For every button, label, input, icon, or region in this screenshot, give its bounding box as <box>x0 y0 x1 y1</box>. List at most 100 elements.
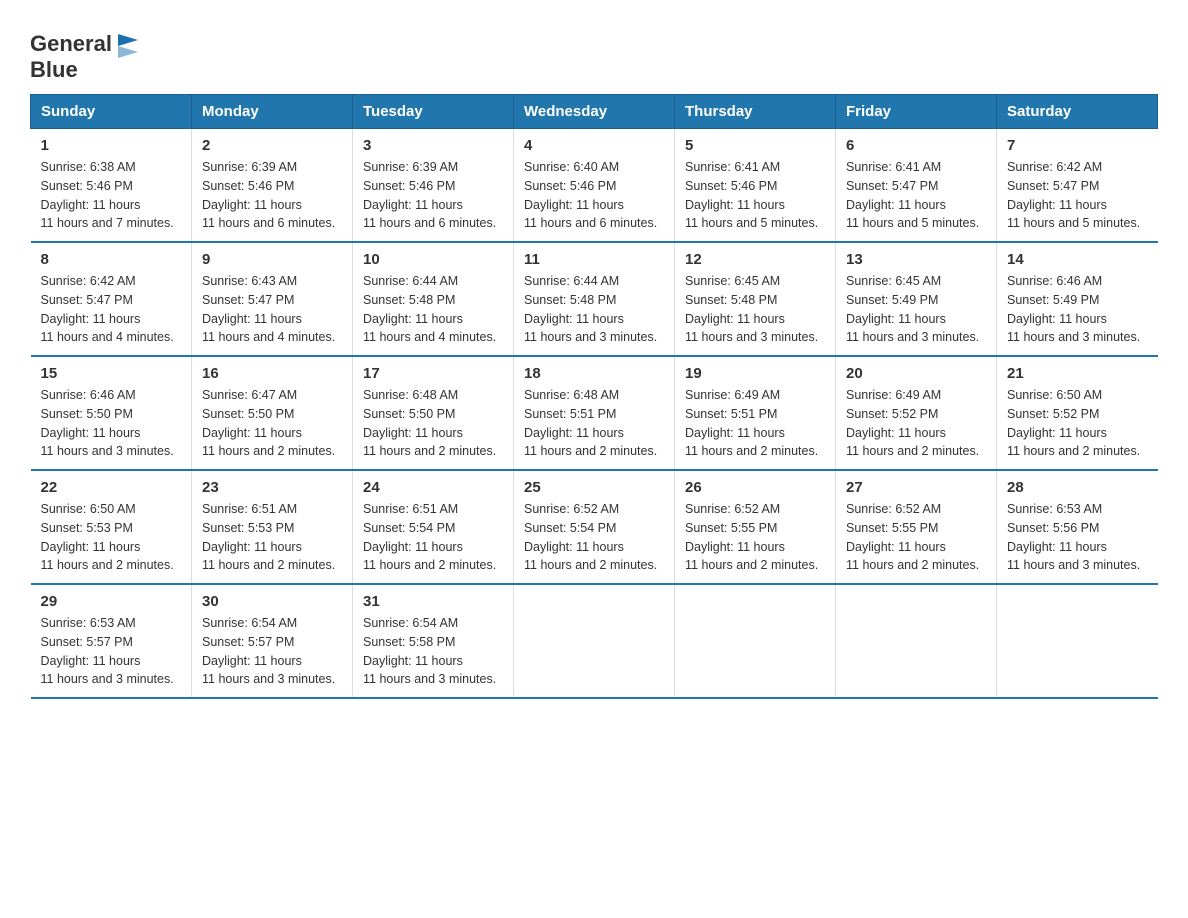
day-number: 30 <box>202 593 342 610</box>
calendar-cell: 26 Sunrise: 6:52 AMSunset: 5:55 PMDaylig… <box>675 470 836 584</box>
day-info: Sunrise: 6:51 AMSunset: 5:54 PMDaylight:… <box>363 502 496 572</box>
calendar-cell: 5 Sunrise: 6:41 AMSunset: 5:46 PMDayligh… <box>675 129 836 243</box>
day-number: 7 <box>1007 137 1148 154</box>
day-info: Sunrise: 6:45 AMSunset: 5:48 PMDaylight:… <box>685 274 818 344</box>
calendar-cell: 7 Sunrise: 6:42 AMSunset: 5:47 PMDayligh… <box>997 129 1158 243</box>
day-number: 27 <box>846 479 986 496</box>
day-info: Sunrise: 6:42 AMSunset: 5:47 PMDaylight:… <box>41 274 174 344</box>
day-number: 3 <box>363 137 503 154</box>
logo: General Blue <box>30 30 142 82</box>
header-cell-thursday: Thursday <box>675 95 836 129</box>
day-number: 20 <box>846 365 986 382</box>
week-row-4: 22 Sunrise: 6:50 AMSunset: 5:53 PMDaylig… <box>31 470 1158 584</box>
calendar-cell: 21 Sunrise: 6:50 AMSunset: 5:52 PMDaylig… <box>997 356 1158 470</box>
day-number: 29 <box>41 593 182 610</box>
header-cell-wednesday: Wednesday <box>514 95 675 129</box>
day-info: Sunrise: 6:40 AMSunset: 5:46 PMDaylight:… <box>524 160 657 230</box>
day-number: 19 <box>685 365 825 382</box>
day-number: 8 <box>41 251 182 268</box>
day-number: 31 <box>363 593 503 610</box>
day-info: Sunrise: 6:39 AMSunset: 5:46 PMDaylight:… <box>202 160 335 230</box>
calendar-cell: 27 Sunrise: 6:52 AMSunset: 5:55 PMDaylig… <box>836 470 997 584</box>
day-number: 12 <box>685 251 825 268</box>
header-row: SundayMondayTuesdayWednesdayThursdayFrid… <box>31 95 1158 129</box>
calendar-cell: 3 Sunrise: 6:39 AMSunset: 5:46 PMDayligh… <box>353 129 514 243</box>
day-number: 23 <box>202 479 342 496</box>
day-number: 14 <box>1007 251 1148 268</box>
calendar-cell: 23 Sunrise: 6:51 AMSunset: 5:53 PMDaylig… <box>192 470 353 584</box>
day-info: Sunrise: 6:39 AMSunset: 5:46 PMDaylight:… <box>363 160 496 230</box>
day-info: Sunrise: 6:43 AMSunset: 5:47 PMDaylight:… <box>202 274 335 344</box>
day-number: 6 <box>846 137 986 154</box>
day-info: Sunrise: 6:54 AMSunset: 5:58 PMDaylight:… <box>363 616 496 686</box>
day-info: Sunrise: 6:38 AMSunset: 5:46 PMDaylight:… <box>41 160 174 230</box>
day-info: Sunrise: 6:46 AMSunset: 5:50 PMDaylight:… <box>41 388 174 458</box>
calendar-cell: 10 Sunrise: 6:44 AMSunset: 5:48 PMDaylig… <box>353 242 514 356</box>
calendar-cell: 14 Sunrise: 6:46 AMSunset: 5:49 PMDaylig… <box>997 242 1158 356</box>
calendar-cell: 19 Sunrise: 6:49 AMSunset: 5:51 PMDaylig… <box>675 356 836 470</box>
day-number: 9 <box>202 251 342 268</box>
day-info: Sunrise: 6:50 AMSunset: 5:52 PMDaylight:… <box>1007 388 1140 458</box>
calendar-cell: 17 Sunrise: 6:48 AMSunset: 5:50 PMDaylig… <box>353 356 514 470</box>
day-info: Sunrise: 6:49 AMSunset: 5:51 PMDaylight:… <box>685 388 818 458</box>
day-info: Sunrise: 6:46 AMSunset: 5:49 PMDaylight:… <box>1007 274 1140 344</box>
logo-text-general: General <box>30 32 112 56</box>
day-info: Sunrise: 6:41 AMSunset: 5:47 PMDaylight:… <box>846 160 979 230</box>
day-number: 21 <box>1007 365 1148 382</box>
header-cell-tuesday: Tuesday <box>353 95 514 129</box>
day-info: Sunrise: 6:48 AMSunset: 5:50 PMDaylight:… <box>363 388 496 458</box>
calendar-cell <box>514 584 675 698</box>
day-info: Sunrise: 6:42 AMSunset: 5:47 PMDaylight:… <box>1007 160 1140 230</box>
week-row-3: 15 Sunrise: 6:46 AMSunset: 5:50 PMDaylig… <box>31 356 1158 470</box>
day-number: 22 <box>41 479 182 496</box>
day-info: Sunrise: 6:53 AMSunset: 5:56 PMDaylight:… <box>1007 502 1140 572</box>
day-number: 11 <box>524 251 664 268</box>
day-number: 13 <box>846 251 986 268</box>
calendar-cell: 22 Sunrise: 6:50 AMSunset: 5:53 PMDaylig… <box>31 470 192 584</box>
day-info: Sunrise: 6:52 AMSunset: 5:55 PMDaylight:… <box>846 502 979 572</box>
header-cell-sunday: Sunday <box>31 95 192 129</box>
calendar-cell: 29 Sunrise: 6:53 AMSunset: 5:57 PMDaylig… <box>31 584 192 698</box>
calendar-cell: 24 Sunrise: 6:51 AMSunset: 5:54 PMDaylig… <box>353 470 514 584</box>
calendar-cell: 11 Sunrise: 6:44 AMSunset: 5:48 PMDaylig… <box>514 242 675 356</box>
day-number: 17 <box>363 365 503 382</box>
day-info: Sunrise: 6:54 AMSunset: 5:57 PMDaylight:… <box>202 616 335 686</box>
calendar-header: SundayMondayTuesdayWednesdayThursdayFrid… <box>31 95 1158 129</box>
day-info: Sunrise: 6:53 AMSunset: 5:57 PMDaylight:… <box>41 616 174 686</box>
header-cell-friday: Friday <box>836 95 997 129</box>
day-number: 26 <box>685 479 825 496</box>
calendar-cell: 30 Sunrise: 6:54 AMSunset: 5:57 PMDaylig… <box>192 584 353 698</box>
week-row-1: 1 Sunrise: 6:38 AMSunset: 5:46 PMDayligh… <box>31 129 1158 243</box>
calendar-cell: 25 Sunrise: 6:52 AMSunset: 5:54 PMDaylig… <box>514 470 675 584</box>
day-number: 10 <box>363 251 503 268</box>
day-info: Sunrise: 6:52 AMSunset: 5:55 PMDaylight:… <box>685 502 818 572</box>
logo-flag-icon <box>114 30 142 58</box>
calendar-cell: 18 Sunrise: 6:48 AMSunset: 5:51 PMDaylig… <box>514 356 675 470</box>
day-number: 1 <box>41 137 182 154</box>
calendar-cell: 8 Sunrise: 6:42 AMSunset: 5:47 PMDayligh… <box>31 242 192 356</box>
week-row-5: 29 Sunrise: 6:53 AMSunset: 5:57 PMDaylig… <box>31 584 1158 698</box>
calendar-cell: 1 Sunrise: 6:38 AMSunset: 5:46 PMDayligh… <box>31 129 192 243</box>
day-info: Sunrise: 6:52 AMSunset: 5:54 PMDaylight:… <box>524 502 657 572</box>
day-info: Sunrise: 6:51 AMSunset: 5:53 PMDaylight:… <box>202 502 335 572</box>
calendar-cell: 2 Sunrise: 6:39 AMSunset: 5:46 PMDayligh… <box>192 129 353 243</box>
day-info: Sunrise: 6:44 AMSunset: 5:48 PMDaylight:… <box>524 274 657 344</box>
calendar-cell: 6 Sunrise: 6:41 AMSunset: 5:47 PMDayligh… <box>836 129 997 243</box>
day-info: Sunrise: 6:41 AMSunset: 5:46 PMDaylight:… <box>685 160 818 230</box>
calendar-cell <box>675 584 836 698</box>
calendar-cell: 13 Sunrise: 6:45 AMSunset: 5:49 PMDaylig… <box>836 242 997 356</box>
week-row-2: 8 Sunrise: 6:42 AMSunset: 5:47 PMDayligh… <box>31 242 1158 356</box>
day-number: 18 <box>524 365 664 382</box>
day-number: 2 <box>202 137 342 154</box>
header: General Blue <box>30 20 1158 82</box>
calendar-cell: 31 Sunrise: 6:54 AMSunset: 5:58 PMDaylig… <box>353 584 514 698</box>
day-number: 4 <box>524 137 664 154</box>
day-info: Sunrise: 6:45 AMSunset: 5:49 PMDaylight:… <box>846 274 979 344</box>
day-info: Sunrise: 6:48 AMSunset: 5:51 PMDaylight:… <box>524 388 657 458</box>
day-number: 25 <box>524 479 664 496</box>
day-number: 28 <box>1007 479 1148 496</box>
calendar-cell: 16 Sunrise: 6:47 AMSunset: 5:50 PMDaylig… <box>192 356 353 470</box>
day-number: 16 <box>202 365 342 382</box>
calendar-body: 1 Sunrise: 6:38 AMSunset: 5:46 PMDayligh… <box>31 129 1158 699</box>
calendar-cell: 12 Sunrise: 6:45 AMSunset: 5:48 PMDaylig… <box>675 242 836 356</box>
